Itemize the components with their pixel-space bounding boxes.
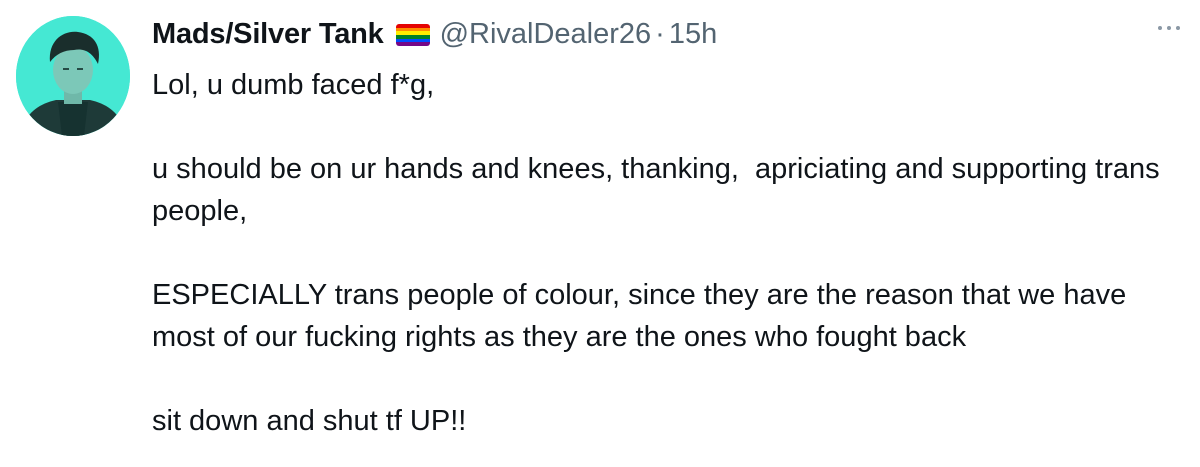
tweet-blank-line [152,358,1182,400]
tweet-line: sit down and shut tf UP!! [152,405,467,437]
more-options-button[interactable] [1154,22,1184,34]
more-horizontal-icon [1158,26,1162,30]
tweet-text: Lol, u dumb faced f*g, u should be on ur… [152,64,1182,442]
tweet-timestamp[interactable]: 15h [669,12,717,56]
more-horizontal-icon [1167,26,1171,30]
separator-dot: · [655,18,665,50]
rainbow-pride-flag-icon [395,24,430,46]
tweet-header: Mads/Silver Tank @RivalDealer26 · 15h [152,12,717,56]
author-handle[interactable]: @RivalDealer26 [440,12,652,56]
avatar-image [16,16,130,136]
tweet-line: ESPECIALLY trans people of colour, since… [152,279,1135,353]
tweet[interactable]: Mads/Silver Tank @RivalDealer26 · 15h Lo… [0,0,1200,467]
avatar[interactable] [16,16,130,136]
tweet-line: Lol, u dumb faced f*g, [152,69,435,101]
tweet-blank-line [152,232,1182,274]
more-horizontal-icon [1176,26,1180,30]
tweet-blank-line [152,106,1182,148]
tweet-line: u should be on ur hands and knees, thank… [152,153,1168,227]
author-display-name[interactable]: Mads/Silver Tank [152,12,384,56]
